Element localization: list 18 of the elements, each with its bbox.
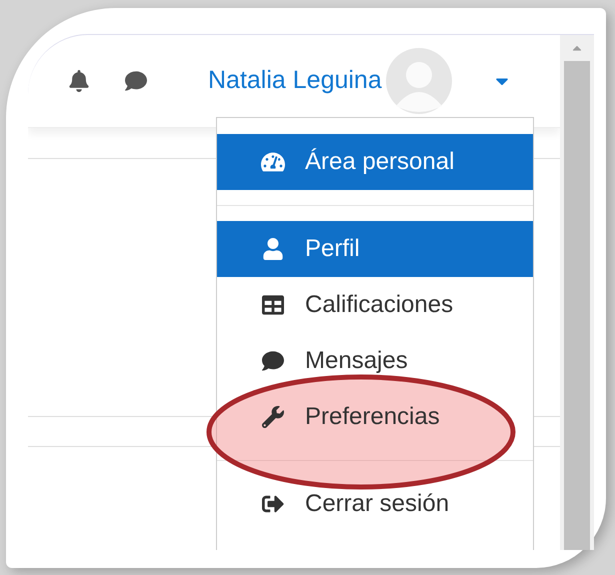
sign-out-icon: [261, 493, 285, 515]
menu-item[interactable]: Preferencias: [217, 389, 533, 445]
menu-item[interactable]: Calificaciones: [217, 277, 533, 333]
bell-icon[interactable]: [68, 70, 90, 92]
scrollbar[interactable]: [560, 35, 594, 550]
user-name[interactable]: Natalia Leguina: [208, 62, 382, 100]
menu-item[interactable]: Perfil: [217, 221, 533, 277]
gauge-icon: [261, 151, 285, 173]
avatar-icon[interactable]: [386, 48, 452, 114]
menu-item[interactable]: Mensajes: [217, 333, 533, 389]
user-icon: [261, 238, 285, 260]
menu-item[interactable]: Cerrar sesión: [217, 476, 533, 532]
wrench-icon: [261, 406, 285, 428]
speech-bubble-icon: [261, 350, 285, 372]
speech-bubble-icon[interactable]: [124, 70, 148, 92]
table-icon: [261, 294, 285, 316]
scrollbar-thumb[interactable]: [564, 61, 590, 550]
menu-item[interactable]: Área personal: [217, 134, 533, 190]
